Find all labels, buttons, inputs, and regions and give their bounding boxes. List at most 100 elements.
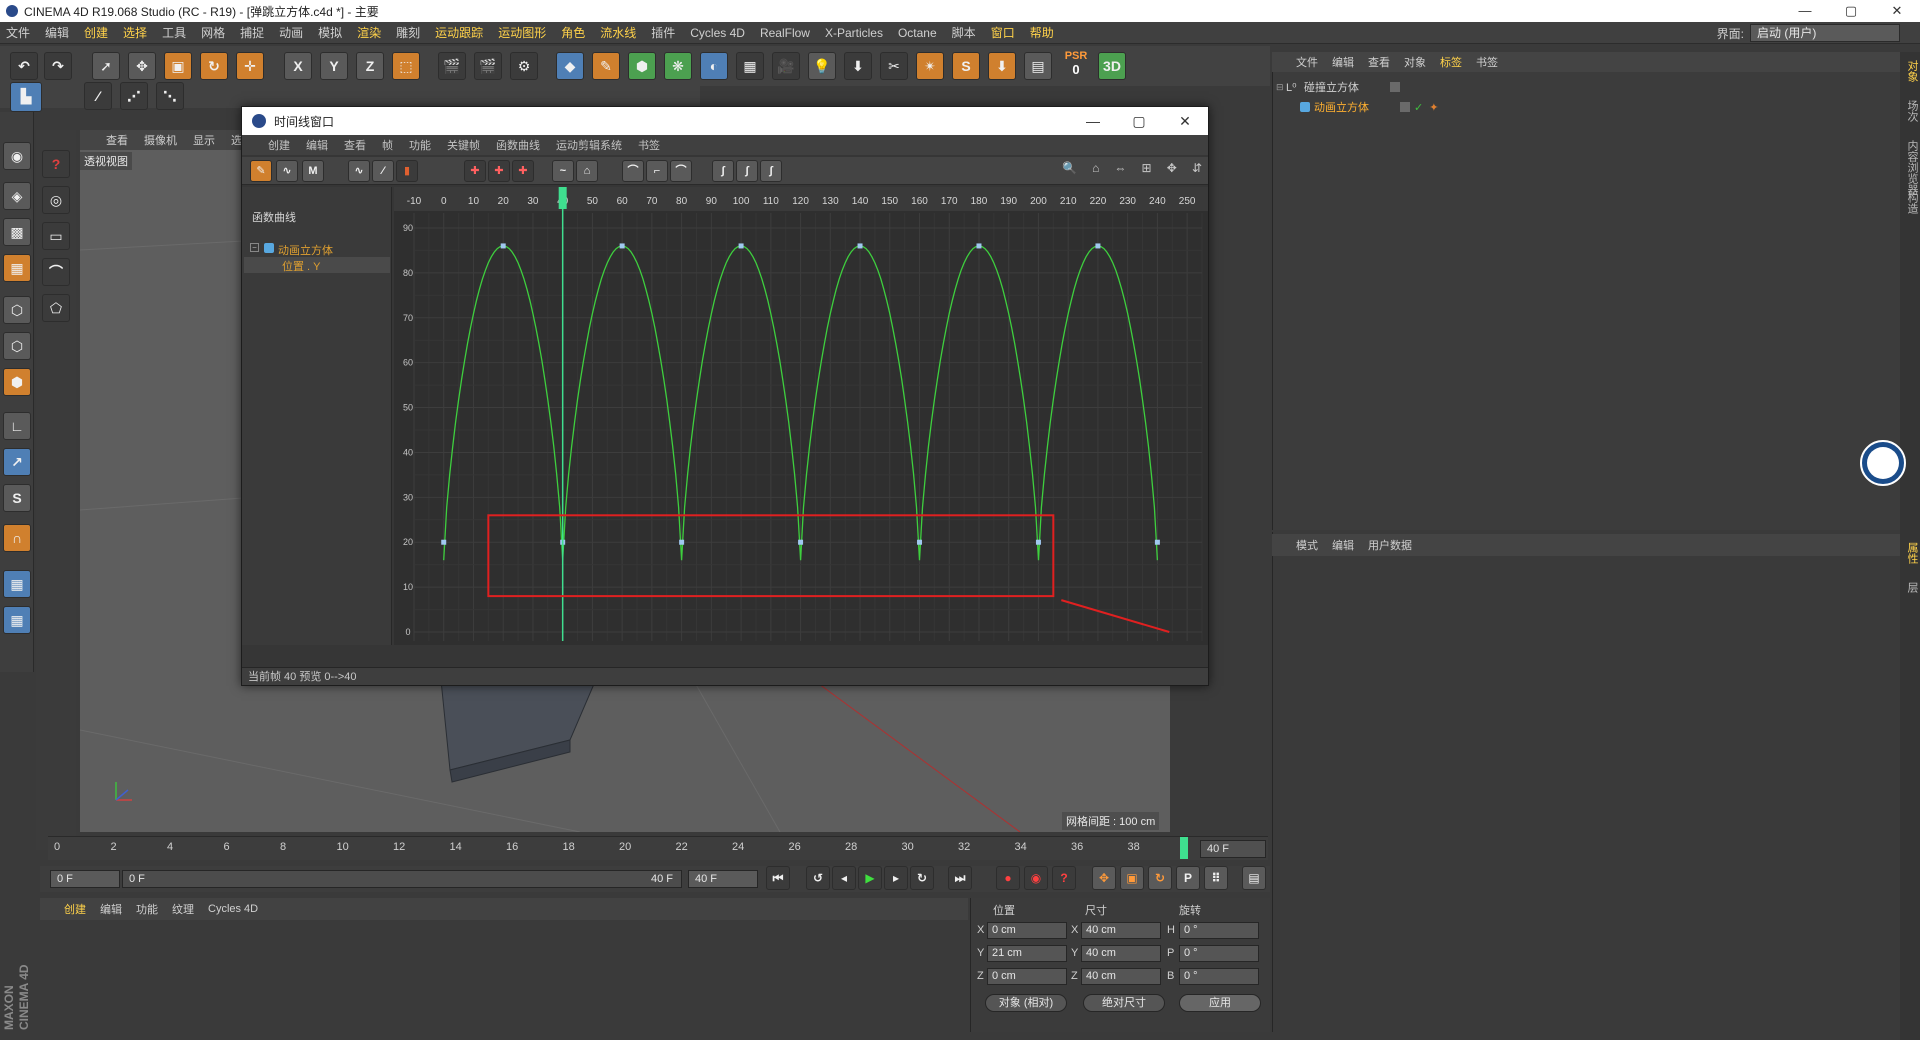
- timeline-close-button[interactable]: ✕: [1162, 107, 1208, 135]
- psr-reset-button[interactable]: PSR 0: [1060, 50, 1092, 82]
- menu-octane[interactable]: Octane: [898, 26, 937, 40]
- menu-xparticles[interactable]: X-Particles: [825, 26, 883, 40]
- key-mode-icon[interactable]: ✎: [250, 160, 272, 182]
- download-icon[interactable]: ⬇: [844, 52, 872, 80]
- coord-mode-dropdown[interactable]: 对象 (相对): [985, 994, 1067, 1012]
- record-icon[interactable]: ●: [996, 866, 1020, 890]
- position-y-field[interactable]: 21 cm: [987, 945, 1067, 962]
- viewport-menu-view[interactable]: 查看: [106, 132, 128, 148]
- tl-menu-keys[interactable]: 关键帧: [447, 137, 480, 153]
- viewport-menu-display[interactable]: 显示: [193, 132, 215, 148]
- menu-pipeline[interactable]: 流水线: [600, 24, 636, 41]
- undo-button[interactable]: ↶: [10, 52, 38, 80]
- make-editable-icon[interactable]: ◉: [3, 142, 31, 170]
- grid-snap-icon[interactable]: ▦: [3, 570, 31, 598]
- menu-character[interactable]: 角色: [561, 24, 585, 41]
- texture-mode-icon[interactable]: ▩: [3, 218, 31, 246]
- curve-keyframe[interactable]: [798, 539, 804, 545]
- mat-menu-create[interactable]: 创建: [64, 901, 86, 917]
- frame-all-icon[interactable]: ⇔: [1114, 161, 1126, 181]
- menu-window[interactable]: 窗口: [991, 24, 1015, 41]
- curve-keyframe[interactable]: [857, 243, 863, 249]
- live-selection-icon[interactable]: ◎: [42, 186, 70, 214]
- scale-tool-icon[interactable]: ▣: [164, 52, 192, 80]
- curve-keyframe[interactable]: [1095, 243, 1101, 249]
- menu-motion-tracking[interactable]: 运动跟踪: [435, 24, 483, 41]
- collapse-icon[interactable]: −: [250, 243, 259, 252]
- y-axis-lock-icon[interactable]: Y: [320, 52, 348, 80]
- edges-tool-icon[interactable]: ⋱: [156, 82, 184, 110]
- edges-mode-icon[interactable]: ⬡: [3, 332, 31, 360]
- help-icon[interactable]: ?: [42, 150, 70, 178]
- goto-start-icon[interactable]: ⏮: [766, 866, 790, 890]
- tweak-mode-icon[interactable]: ↗: [3, 448, 31, 476]
- polygon-mode-icon[interactable]: ◈: [3, 182, 31, 210]
- close-button[interactable]: ✕: [1874, 0, 1920, 22]
- drop-to-floor-icon[interactable]: ⬇: [988, 52, 1016, 80]
- camera-icon[interactable]: 🎥: [772, 52, 800, 80]
- add-key-icon[interactable]: ✚: [464, 160, 486, 182]
- visibility-icon[interactable]: [1390, 82, 1400, 92]
- lift-icon[interactable]: ⌂: [576, 160, 598, 182]
- rotate-tool-icon[interactable]: ↻: [200, 52, 228, 80]
- tab-attributes[interactable]: 属性: [1904, 542, 1920, 564]
- minimize-button[interactable]: —: [1782, 0, 1828, 22]
- tl-menu-frame[interactable]: 帧: [382, 137, 393, 153]
- curve-keyframe[interactable]: [976, 243, 982, 249]
- key-scale-icon[interactable]: ▣: [1120, 866, 1144, 890]
- frame-ruler-playhead[interactable]: [1180, 837, 1188, 859]
- xparticles-icon[interactable]: ✴: [916, 52, 944, 80]
- ease-out-icon[interactable]: ∫: [736, 160, 758, 182]
- menu-create[interactable]: 创建: [84, 24, 108, 41]
- tag-icon[interactable]: ✦: [1429, 101, 1438, 114]
- lock-icon[interactable]: ▮: [396, 160, 418, 182]
- menu-plugins[interactable]: 插件: [651, 24, 675, 41]
- snap-icon[interactable]: S: [3, 484, 31, 512]
- menu-cycles4d[interactable]: Cycles 4D: [690, 26, 745, 40]
- size-y-field[interactable]: 40 cm: [1081, 945, 1161, 962]
- tl-menu-view[interactable]: 查看: [344, 137, 366, 153]
- menu-realflow[interactable]: RealFlow: [760, 26, 810, 40]
- cloner-icon[interactable]: ❋: [664, 52, 692, 80]
- polygons-mode-icon[interactable]: ⬢: [3, 368, 31, 396]
- timeline-minimize-button[interactable]: —: [1070, 107, 1116, 135]
- tab-objects[interactable]: 对象: [1904, 60, 1920, 82]
- recent-tool-icon[interactable]: ✛: [236, 52, 264, 80]
- menu-snap[interactable]: 捕捉: [240, 24, 264, 41]
- curve-keyframe[interactable]: [441, 539, 447, 545]
- tl-menu-edit[interactable]: 编辑: [306, 137, 328, 153]
- move-tool-icon[interactable]: ✥: [128, 52, 156, 80]
- s-plugin-icon[interactable]: S: [952, 52, 980, 80]
- subdivision-icon[interactable]: ⬢: [628, 52, 656, 80]
- expand-icon[interactable]: ⊟: [1276, 82, 1286, 93]
- fcurve-graph[interactable]: -100102030405060708090100110120130140150…: [394, 187, 1208, 645]
- magnet-icon[interactable]: ∩: [3, 524, 31, 552]
- om-menu-bookmarks[interactable]: 书签: [1476, 54, 1498, 70]
- script-icon[interactable]: ▤: [1024, 52, 1052, 80]
- add-keys-icon[interactable]: ✚: [488, 160, 510, 182]
- am-menu-edit[interactable]: 编辑: [1332, 537, 1354, 553]
- mat-menu-function[interactable]: 功能: [136, 901, 158, 917]
- z-axis-lock-icon[interactable]: Z: [356, 52, 384, 80]
- timeline-maximize-button[interactable]: ▢: [1116, 107, 1162, 135]
- curve-keyframe[interactable]: [917, 539, 923, 545]
- prev-frame-icon[interactable]: ◂: [832, 866, 856, 890]
- key-position-icon[interactable]: ✥: [1092, 866, 1116, 890]
- visibility-icon[interactable]: [1400, 102, 1410, 112]
- zoom-icon[interactable]: ⊞: [1142, 161, 1152, 181]
- deformer-icon[interactable]: ◐: [700, 52, 728, 80]
- menu-render[interactable]: 渲染: [357, 24, 381, 41]
- menu-tools[interactable]: 工具: [162, 24, 186, 41]
- ease-both-icon[interactable]: ∫: [760, 160, 782, 182]
- prev-key-icon[interactable]: ↺: [806, 866, 830, 890]
- tab-layers[interactable]: 层: [1904, 582, 1920, 593]
- tab-takes[interactable]: 场次: [1904, 100, 1920, 122]
- end-frame-field[interactable]: 40 F: [688, 870, 758, 888]
- render-view-icon[interactable]: 🎬: [438, 52, 466, 80]
- frame-ruler[interactable]: 0 2 4 6 8 10 12 14 16 18 20 22 24 26 28 30 32 34 36 38: [48, 836, 1268, 860]
- menu-animate[interactable]: 动画: [279, 24, 303, 41]
- next-key-icon[interactable]: ↻: [910, 866, 934, 890]
- preview-range-slider[interactable]: 0 F 40 F: [122, 870, 682, 888]
- render-picture-viewer-icon[interactable]: 🎬: [474, 52, 502, 80]
- tl-menu-motion-system[interactable]: 运动剪辑系统: [556, 137, 622, 153]
